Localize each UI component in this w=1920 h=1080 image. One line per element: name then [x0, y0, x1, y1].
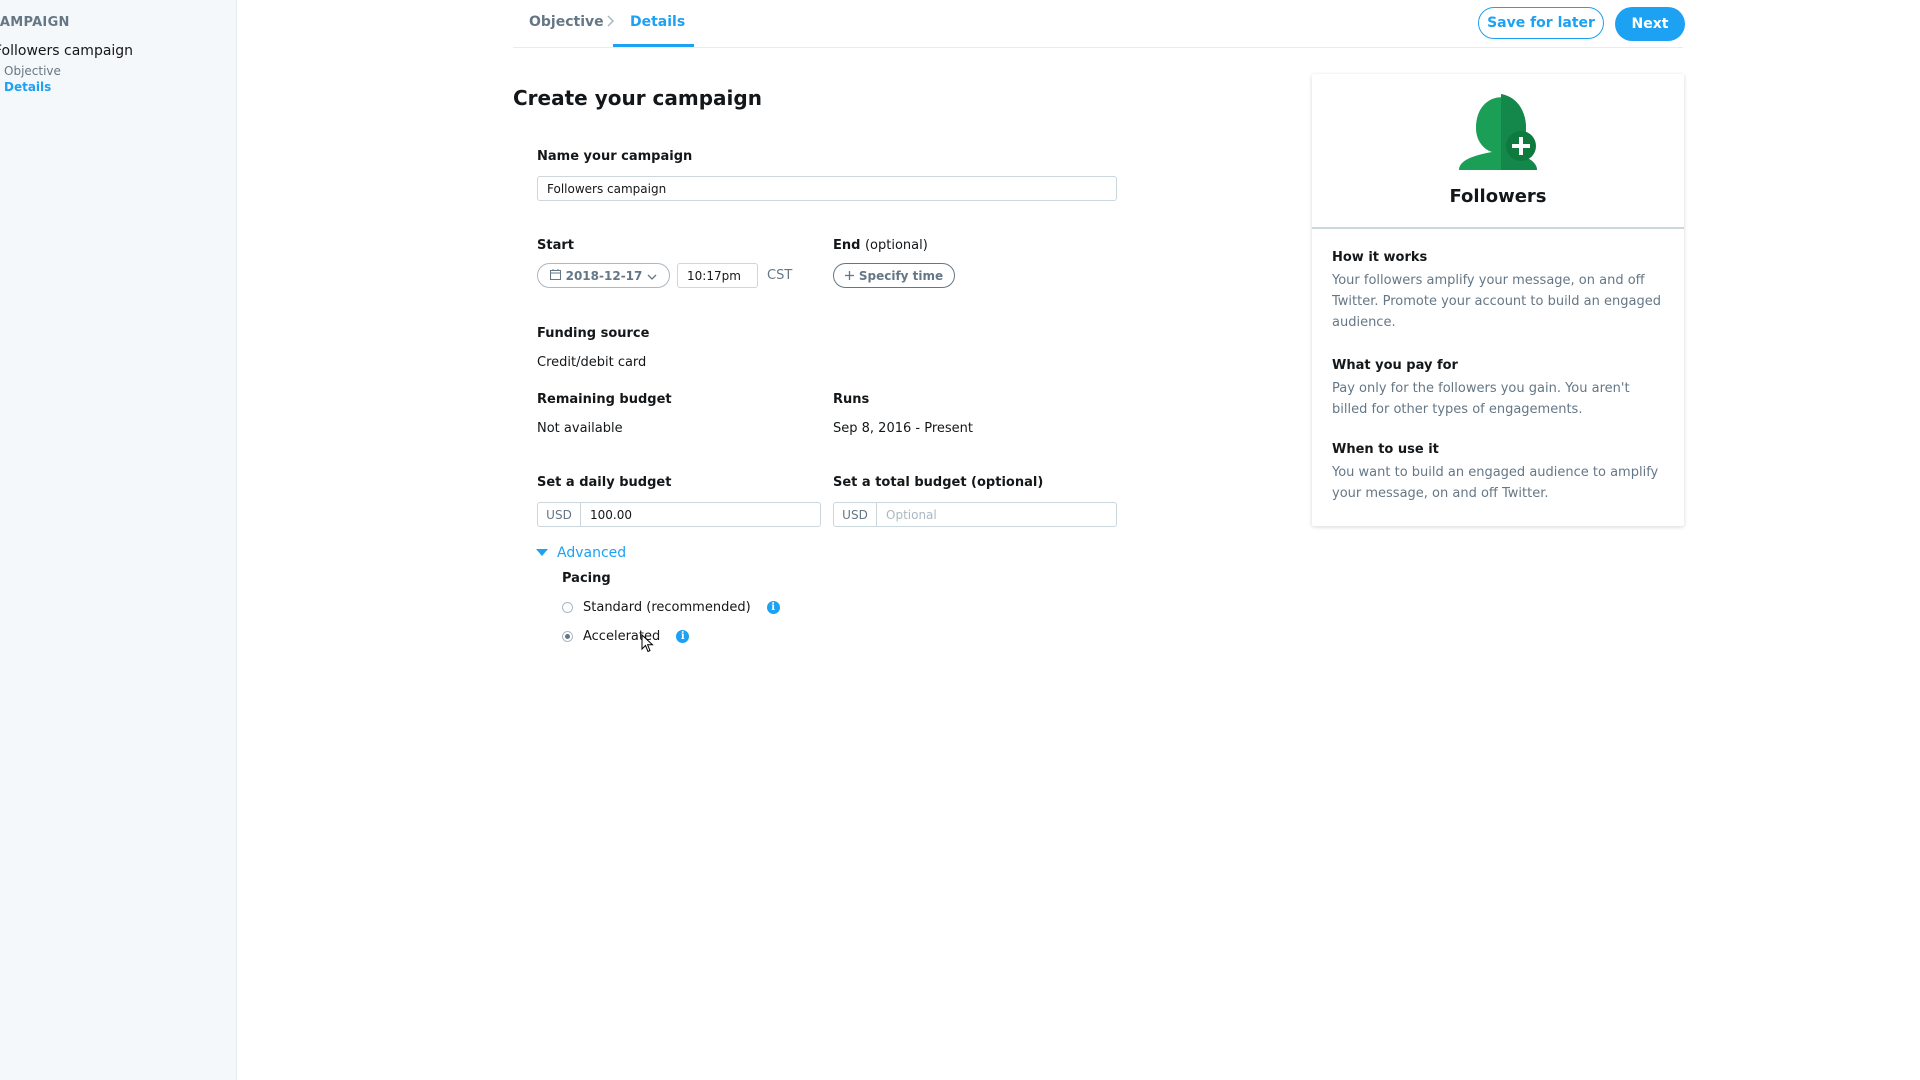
- advanced-toggle[interactable]: Advanced: [536, 545, 626, 561]
- save-for-later-button[interactable]: Save for later: [1478, 7, 1604, 39]
- runs-label: Runs: [833, 392, 870, 407]
- what-you-pay-for-title: What you pay for: [1332, 358, 1458, 373]
- total-budget-currency: USD: [834, 503, 877, 526]
- runs-value: Sep 8, 2016 - Present: [833, 421, 973, 436]
- how-it-works-title: How it works: [1332, 250, 1428, 265]
- total-budget-field: USD: [833, 502, 1117, 527]
- sidebar-campaign-name[interactable]: Followers campaign: [0, 43, 133, 59]
- page-title: Create your campaign: [513, 86, 762, 110]
- pacing-label: Pacing: [562, 571, 611, 586]
- pacing-option-accelerated[interactable]: Accelerated i: [562, 629, 690, 644]
- pacing-accelerated-radio[interactable]: [562, 631, 573, 642]
- when-to-use-it-body: You want to build an engaged audience to…: [1332, 465, 1659, 501]
- pacing-standard-label: Standard (recommended): [583, 600, 751, 615]
- info-icon[interactable]: i: [676, 630, 690, 643]
- step-objective[interactable]: Objective: [529, 14, 604, 30]
- campaign-name-label: Name your campaign: [537, 149, 693, 164]
- pacing-standard-radio[interactable]: [562, 602, 573, 613]
- pacing-option-standard[interactable]: Standard (recommended) i: [562, 600, 780, 615]
- start-date-value: 2018-12-17: [565, 268, 643, 283]
- specify-time-button[interactable]: Specify time: [833, 263, 955, 288]
- sidebar-item-details[interactable]: Details: [4, 80, 51, 94]
- what-you-pay-for-body: Pay only for the followers you gain. You…: [1332, 381, 1630, 417]
- end-label: End (optional): [833, 238, 928, 253]
- total-budget-label: Set a total budget (optional): [833, 475, 1044, 490]
- daily-budget-field: USD: [537, 502, 821, 527]
- sidebar-item-objective[interactable]: Objective: [4, 64, 61, 78]
- campaign-name-input[interactable]: [537, 176, 1117, 201]
- timezone-label: CST: [767, 268, 793, 283]
- mouse-cursor-icon: [641, 633, 655, 658]
- end-label-text: End: [833, 238, 861, 253]
- total-budget-input[interactable]: [877, 503, 1116, 526]
- when-to-use-it-title: When to use it: [1332, 442, 1439, 457]
- advanced-label: Advanced: [557, 545, 627, 561]
- calendar-icon: [549, 268, 561, 283]
- remaining-budget-label: Remaining budget: [537, 392, 672, 407]
- step-details[interactable]: Details: [630, 14, 685, 30]
- card-title: Followers: [1449, 186, 1547, 207]
- caret-down-icon: [536, 545, 548, 561]
- chevron-down-icon: [647, 269, 657, 283]
- info-icon[interactable]: i: [766, 601, 780, 614]
- followers-add-icon: [1455, 92, 1541, 174]
- objective-info-card: Followers How it works Your followers am…: [1312, 74, 1684, 526]
- sidebar-heading: CAMPAIGN: [0, 15, 70, 30]
- sidebar: CAMPAIGN Followers campaign Objective De…: [0, 0, 237, 1080]
- daily-budget-currency: USD: [538, 503, 581, 526]
- start-date-picker[interactable]: 2018-12-17: [537, 263, 670, 288]
- start-time-input[interactable]: [677, 263, 758, 288]
- end-optional-text: (optional): [864, 238, 928, 253]
- funding-source-value: Credit/debit card: [537, 355, 647, 370]
- plus-icon: [844, 269, 854, 283]
- daily-budget-input[interactable]: [581, 503, 820, 526]
- card-header: Followers: [1312, 74, 1684, 229]
- chevron-right-icon: [607, 14, 615, 32]
- active-step-indicator: [613, 44, 694, 47]
- next-button[interactable]: Next: [1615, 7, 1685, 41]
- how-it-works-body: Your followers amplify your message, on …: [1332, 273, 1661, 330]
- daily-budget-label: Set a daily budget: [537, 475, 672, 490]
- remaining-budget-value: Not available: [537, 421, 623, 436]
- start-label: Start: [537, 238, 574, 253]
- specify-time-label: Specify time: [858, 268, 944, 283]
- funding-source-label: Funding source: [537, 326, 650, 341]
